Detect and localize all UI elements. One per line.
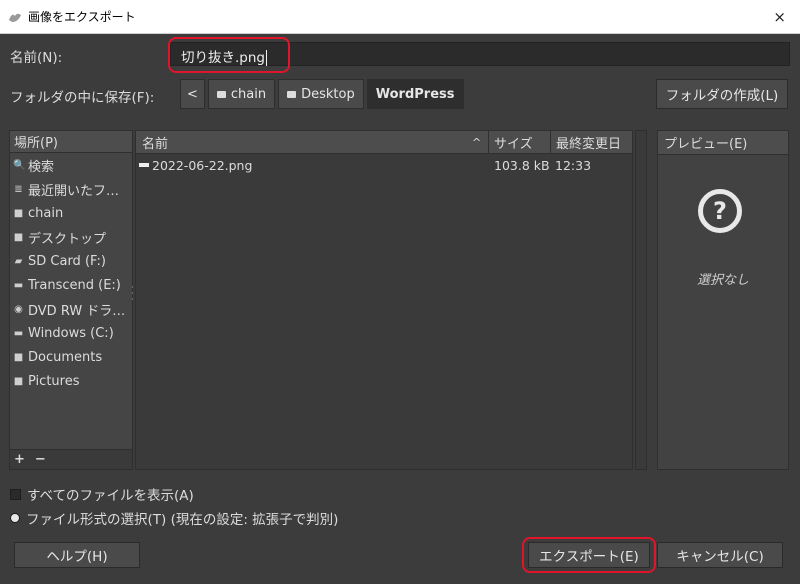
file-modified: 12:33 xyxy=(555,158,591,173)
drive-icon: ▬ xyxy=(13,280,24,291)
cancel-button[interactable]: キャンセル(C) xyxy=(657,542,783,568)
place-item[interactable]: ▰ SD Card (F:) xyxy=(10,249,132,273)
place-label: Windows (C:) xyxy=(28,326,114,341)
preview-header: プレビュー(E) xyxy=(658,131,788,155)
sort-ascending-icon: ^ xyxy=(472,136,481,149)
pane-resize-handle[interactable]: ··· xyxy=(131,285,134,305)
place-item[interactable]: ■ デスクトップ xyxy=(10,225,132,249)
create-folder-button[interactable]: フォルダの作成(L) xyxy=(656,79,788,109)
folder-icon xyxy=(217,91,226,98)
image-file-icon xyxy=(139,163,149,167)
place-label: DVD RW ドラ… xyxy=(28,300,125,319)
places-header: 場所(P) xyxy=(10,131,132,153)
place-label: Pictures xyxy=(28,374,79,389)
folder-icon: ■ xyxy=(13,208,24,219)
preview-panel: プレビュー(E) ? 選択なし xyxy=(657,130,789,470)
checkbox-box xyxy=(10,489,21,500)
filename-highlight xyxy=(168,37,290,73)
help-button[interactable]: ヘルプ(H) xyxy=(14,542,140,568)
show-all-files-checkbox[interactable]: すべてのファイルを表示(A) xyxy=(10,484,194,504)
save-in-folder-label: フォルダの中に保存(F): xyxy=(10,86,154,106)
place-label: デスクトップ xyxy=(28,228,106,247)
folder-icon xyxy=(287,91,296,98)
title-bar: 画像をエクスポート × xyxy=(0,0,800,34)
recent-icon: ≣ xyxy=(13,184,24,195)
breadcrumb: < chain Desktop WordPress xyxy=(180,79,464,109)
place-label: chain xyxy=(28,206,63,221)
breadcrumb-chain[interactable]: chain xyxy=(208,79,275,109)
place-label: 検索 xyxy=(28,156,54,175)
optical-drive-icon: ◉ xyxy=(13,304,24,315)
place-item[interactable]: ▬ Windows (C:) xyxy=(10,321,132,345)
column-size[interactable]: サイズ xyxy=(494,133,533,152)
folder-icon: ■ xyxy=(13,232,24,243)
place-item[interactable]: ◉ DVD RW ドラ… xyxy=(10,297,132,321)
file-size: 103.8 kB xyxy=(494,158,550,173)
places-list: 🔍 検索 ≣ 最近開いたフ… ■ chain ■ デスクトップ ▰ SD Card (F:) ▬ Tr… xyxy=(10,153,132,393)
place-label: SD Card (F:) xyxy=(28,254,106,269)
drive-icon: ▬ xyxy=(13,328,24,339)
close-icon[interactable]: × xyxy=(773,8,786,26)
place-item[interactable]: ≣ 最近開いたフ… xyxy=(10,177,132,201)
show-all-files-label: すべてのファイルを表示(A) xyxy=(27,484,194,504)
place-label: Documents xyxy=(28,350,102,365)
file-type-label: ファイル形式の選択(T) (現在の設定: 拡張子で判別) xyxy=(26,508,338,528)
breadcrumb-wordpress[interactable]: WordPress xyxy=(367,79,464,109)
search-icon: 🔍 xyxy=(13,160,24,171)
column-name[interactable]: 名前 xyxy=(142,133,168,152)
window-title: 画像をエクスポート xyxy=(28,8,136,25)
file-list: 名前 ^ サイズ 最終変更日 2022-06-22.png 103.8 kB 1… xyxy=(135,130,633,470)
column-modified[interactable]: 最終変更日 xyxy=(556,133,621,152)
expander-icon xyxy=(10,513,20,523)
folder-icon: ■ xyxy=(13,352,24,363)
places-panel: 場所(P) 🔍 検索 ≣ 最近開いたフ… ■ chain ■ デスクトップ ▰ SD Card (… xyxy=(9,130,133,470)
question-icon: ? xyxy=(698,189,742,233)
folder-icon: ■ xyxy=(13,376,24,387)
place-item[interactable]: ■ chain xyxy=(10,201,132,225)
gimp-app-icon xyxy=(8,10,22,24)
place-item[interactable]: ■ Pictures xyxy=(10,369,132,393)
export-highlight xyxy=(522,537,656,573)
breadcrumb-back-button[interactable]: < xyxy=(180,79,205,109)
remove-place-button[interactable]: − xyxy=(35,452,46,467)
add-place-button[interactable]: + xyxy=(14,452,25,467)
file-name: 2022-06-22.png xyxy=(152,158,252,173)
place-item[interactable]: ▬ Transcend (E:) xyxy=(10,273,132,297)
place-item[interactable]: ■ Documents xyxy=(10,345,132,369)
preview-none-label: 選択なし xyxy=(658,269,788,288)
place-label: 最近開いたフ… xyxy=(28,180,119,199)
file-list-header: 名前 ^ サイズ 最終変更日 xyxy=(136,131,632,154)
place-label: Transcend (E:) xyxy=(28,278,121,293)
file-row[interactable]: 2022-06-22.png 103.8 kB 12:33 xyxy=(136,154,632,176)
place-item[interactable]: 🔍 検索 xyxy=(10,153,132,177)
name-label: 名前(N): xyxy=(10,46,62,66)
file-type-expander[interactable]: ファイル形式の選択(T) (現在の設定: 拡張子で判別) xyxy=(10,508,338,528)
breadcrumb-desktop[interactable]: Desktop xyxy=(278,79,364,109)
file-list-scrollbar[interactable] xyxy=(635,130,647,470)
drive-icon: ▰ xyxy=(13,256,24,267)
